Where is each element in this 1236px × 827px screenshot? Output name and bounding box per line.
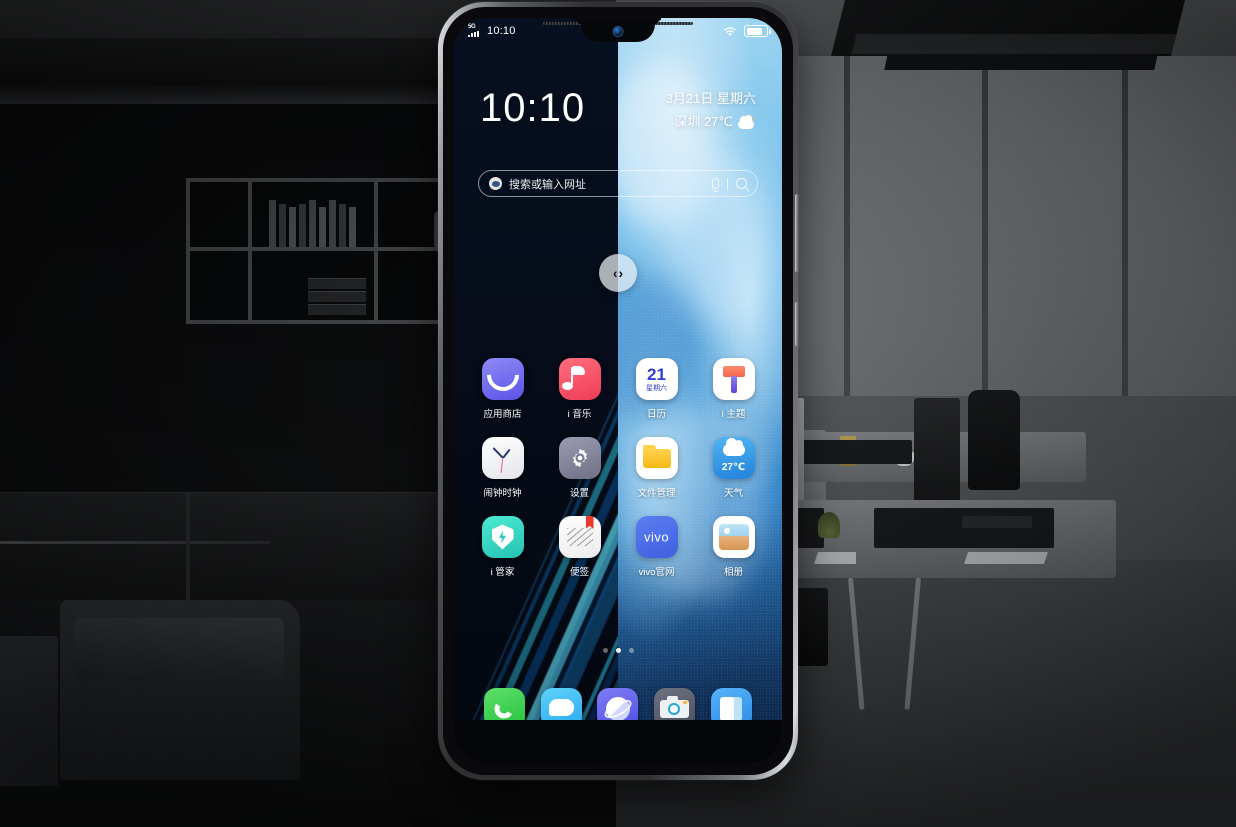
browser-paw-icon xyxy=(489,177,502,190)
search-placeholder: 搜索或输入网址 xyxy=(509,178,586,191)
papers-right xyxy=(964,552,1048,564)
app-calendar[interactable]: 21 星期六日历 xyxy=(618,358,695,420)
theme-brush-icon[interactable] xyxy=(712,358,755,400)
app-notes[interactable]: 便签 xyxy=(541,516,618,578)
desk-plant xyxy=(818,512,840,538)
calendar-icon[interactable]: 21 星期六 xyxy=(635,358,678,400)
app-label: 文件管理 xyxy=(637,488,676,499)
vivo-phone: 5G 10:10 10:10 3月21日 星期六 深圳 27℃ 搜索或输入网址 … xyxy=(438,2,800,780)
app-weather-cloud[interactable]: 27℃ 天气 xyxy=(695,437,772,499)
sun-cloud-icon xyxy=(738,115,756,130)
microphone-icon[interactable] xyxy=(712,178,719,189)
signal-icon: 5G xyxy=(468,24,482,37)
status-bar: 5G 10:10 xyxy=(454,18,782,44)
home-widgets: 10:10 3月21日 星期六 深圳 27℃ xyxy=(454,88,782,134)
volume-rocker-button[interactable] xyxy=(795,194,800,272)
app-theme-brush[interactable]: i 主题 xyxy=(695,358,772,420)
divider xyxy=(727,177,728,190)
weather-cloud-icon[interactable]: 27℃ xyxy=(712,437,755,479)
clock-icon[interactable] xyxy=(481,437,524,479)
page-indicator[interactable] xyxy=(454,648,782,653)
notes-icon[interactable] xyxy=(558,516,601,558)
page-dot-1[interactable] xyxy=(602,648,608,653)
sofa-arm xyxy=(0,636,58,786)
sofa xyxy=(60,600,300,780)
page-dot-3[interactable] xyxy=(628,648,634,653)
office-ceiling-beam-3 xyxy=(884,54,1158,70)
cabinet-seam xyxy=(186,492,190,612)
app-label: 相册 xyxy=(723,567,743,578)
vivo-official-site-icon[interactable]: vivo xyxy=(635,516,678,558)
app-label: i 音乐 xyxy=(567,409,592,420)
clock-widget[interactable]: 10:10 xyxy=(480,88,585,128)
app-label: 应用商店 xyxy=(483,409,522,420)
app-store-icon[interactable] xyxy=(481,358,524,400)
page-dot-2[interactable] xyxy=(615,648,621,653)
app-label: 天气 xyxy=(723,488,743,499)
app-phone-manager-shield[interactable]: i 管家 xyxy=(464,516,541,578)
music-icon[interactable] xyxy=(558,358,601,400)
phone-bezel: 5G 10:10 10:10 3月21日 星期六 深圳 27℃ 搜索或输入网址 … xyxy=(443,7,793,775)
app-label: 便签 xyxy=(569,567,589,578)
location-temp-text: 深圳 27℃ xyxy=(674,113,733,129)
app-label: 闹钟时钟 xyxy=(483,488,522,499)
desk-mat-near-right xyxy=(874,508,1054,548)
settings-gear-icon[interactable] xyxy=(558,437,601,479)
phone-manager-shield-icon[interactable] xyxy=(481,516,524,558)
keyboard-near-right xyxy=(962,516,1032,528)
app-label: vivo官网 xyxy=(638,567,675,578)
date-text: 3月21日 星期六 xyxy=(665,91,756,106)
app-label: 设置 xyxy=(569,488,589,499)
app-gallery-album[interactable]: 相册 xyxy=(695,516,772,578)
screen-chin xyxy=(454,720,782,764)
wifi-icon xyxy=(723,26,737,37)
weather-widget[interactable]: 3月21日 星期六 深圳 27℃ xyxy=(666,88,756,134)
network-label: 5G xyxy=(468,24,476,30)
app-music[interactable]: i 音乐 xyxy=(541,358,618,420)
app-label: 日历 xyxy=(646,409,666,420)
app-label: i 主题 xyxy=(721,409,746,420)
office-ceiling-beam-2 xyxy=(851,34,1177,54)
bookshelf xyxy=(186,178,466,324)
phone-screen[interactable]: 5G 10:10 10:10 3月21日 星期六 深圳 27℃ 搜索或输入网址 … xyxy=(454,18,782,764)
power-button[interactable] xyxy=(795,302,800,346)
app-settings-gear[interactable]: 设置 xyxy=(541,437,618,499)
search-bar[interactable]: 搜索或输入网址 xyxy=(478,170,758,197)
desk-mat xyxy=(802,440,912,464)
file-manager-folder-icon[interactable] xyxy=(635,437,678,479)
chevron-left-icon: ‹ xyxy=(612,265,618,281)
home-app-grid: 应用商店 i 音乐 21 星期六日历 i 主题闹钟时钟 设置 文件管理 27℃ 天气 i 管家 便签… xyxy=(454,358,782,578)
gallery-album-icon[interactable] xyxy=(712,516,755,558)
app-file-manager-folder[interactable]: 文件管理 xyxy=(618,437,695,499)
status-bar-time: 10:10 xyxy=(487,25,516,37)
office-window xyxy=(786,56,1236,396)
search-icon[interactable] xyxy=(736,178,747,189)
battery-icon xyxy=(744,25,771,37)
app-vivo-official-site[interactable]: vivo vivo官网 xyxy=(618,516,695,578)
app-clock[interactable]: 闹钟时钟 xyxy=(464,437,541,499)
chevron-right-icon: › xyxy=(618,265,624,281)
office-chair xyxy=(968,390,1020,490)
compare-slider-handle[interactable]: ‹ › xyxy=(599,254,637,292)
product-scene: 5G 10:10 10:10 3月21日 星期六 深圳 27℃ 搜索或输入网址 … xyxy=(0,0,1236,827)
app-app-store[interactable]: 应用商店 xyxy=(464,358,541,420)
app-label: i 管家 xyxy=(490,567,515,578)
